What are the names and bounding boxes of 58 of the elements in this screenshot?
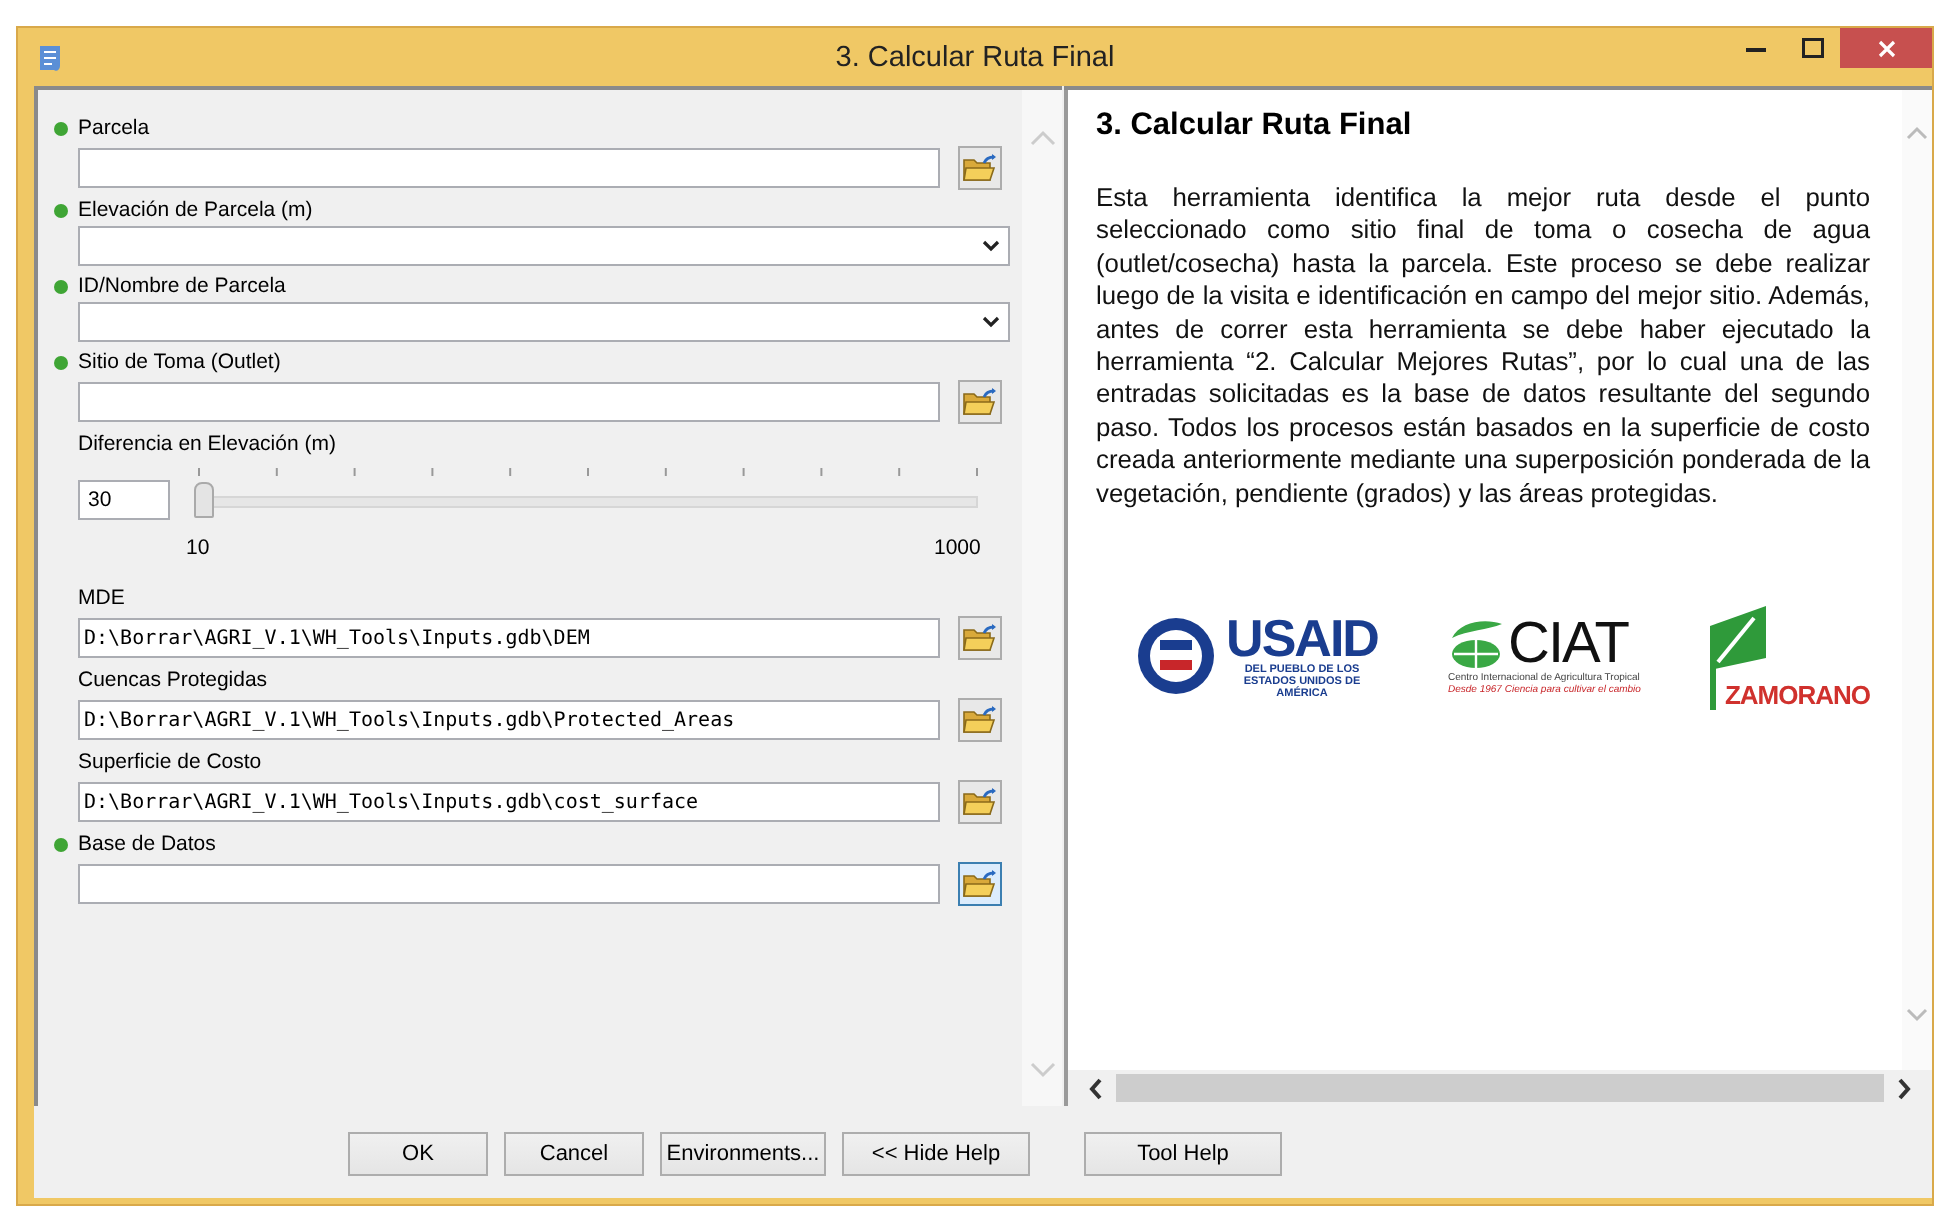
chevron-down-icon xyxy=(982,316,1000,328)
input-field[interactable]: D:\Borrar\AGRI_V.1\WH_Tools\Inputs.gdb\DEM xyxy=(78,618,940,658)
maximize-icon xyxy=(1801,38,1823,58)
dialog-button[interactable]: Cancel xyxy=(504,1132,644,1176)
scroll-up-icon[interactable] xyxy=(1906,126,1928,140)
dropdown-field[interactable] xyxy=(78,226,1010,266)
dialog-button[interactable]: Environments... xyxy=(660,1132,826,1176)
input-field[interactable] xyxy=(78,148,940,188)
minimize-icon xyxy=(1746,45,1766,51)
folder-icon xyxy=(962,868,998,900)
field-label: Diferencia en Elevación (m) xyxy=(78,432,336,456)
logo-name: CIAT xyxy=(1508,616,1628,673)
scroll-up-icon[interactable] xyxy=(1029,130,1055,146)
folder-icon xyxy=(962,386,998,418)
field-label: MDE xyxy=(78,586,125,610)
field-label: Base de Datos xyxy=(78,832,216,856)
chevron-down-icon xyxy=(982,240,1000,252)
scroll-down-icon[interactable] xyxy=(1029,1062,1055,1078)
input-field[interactable] xyxy=(78,382,940,422)
max-label: 1000 xyxy=(934,536,981,560)
folder-icon xyxy=(962,786,998,818)
field-label: Cuencas Protegidas xyxy=(78,668,268,692)
folder-icon xyxy=(962,704,998,736)
browse-button[interactable] xyxy=(958,862,1002,906)
dialog-button[interactable]: OK xyxy=(348,1132,488,1176)
value-field[interactable]: 30 xyxy=(78,480,170,520)
field-label: ID/Nombre de Parcela xyxy=(78,274,286,298)
browse-button[interactable] xyxy=(958,780,1002,824)
browse-button[interactable] xyxy=(958,146,1002,190)
close-icon xyxy=(1877,39,1895,57)
scrollbar-thumb[interactable] xyxy=(1116,1074,1884,1102)
folder-icon xyxy=(962,622,998,654)
logo-name: USAID xyxy=(1226,612,1378,665)
field-label: Superficie de Costo xyxy=(78,750,262,774)
field-label: Parcela xyxy=(78,116,150,140)
min-label: 10 xyxy=(186,536,210,560)
browse-button[interactable] xyxy=(958,616,1002,660)
dropdown-field[interactable] xyxy=(78,302,1010,342)
scroll-down-icon[interactable] xyxy=(1906,1008,1928,1022)
window-title: 3. Calcular Ruta Final xyxy=(835,41,1115,73)
help-text: Esta herramienta identifica la mejor ruta desde el punto seleccionado como sitio final de toma o cosecha de agua (outlet/cosecha) hasta la parcela. Este proceso se debe realizar luego de la visita e identificación en campo del mejor sitio. Además, antes de correr esta herramienta se debe haber ejecutado la herramienta “2. Calcular Mejores Rutas”, por lo cual una de las entradas solicitadas es la base de datos resultante del segundo paso. Todos los procesos están basados en la superficie de costo creada anteriormente mediante una superposición ponderada de la vegetación, pendiente (grados) y las áreas protegidas. xyxy=(1096,182,1870,511)
browse-button[interactable] xyxy=(958,380,1002,424)
input-field[interactable]: D:\Borrar\AGRI_V.1\WH_Tools\Inputs.gdb\Protected_Areas xyxy=(78,700,940,740)
close-button[interactable] xyxy=(1840,28,1932,68)
field-label: Elevación de Parcela (m) xyxy=(78,198,313,222)
logo-name: ZAMORANO xyxy=(1724,680,1870,711)
input-field[interactable] xyxy=(78,864,940,904)
browse-button[interactable] xyxy=(958,698,1002,742)
input-field[interactable]: D:\Borrar\AGRI_V.1\WH_Tools\Inputs.gdb\cost_surface xyxy=(78,782,940,822)
folder-icon xyxy=(962,152,998,184)
help-title: 3. Calcular Ruta Final xyxy=(1096,108,1414,144)
scroll-left-icon[interactable] xyxy=(1088,1077,1104,1099)
tool-help-button[interactable]: Tool Help xyxy=(1084,1132,1282,1176)
field-label: Sitio de Toma (Outlet) xyxy=(78,350,281,374)
slider-thumb[interactable] xyxy=(194,482,214,518)
scroll-right-icon[interactable] xyxy=(1896,1077,1912,1099)
dialog-button[interactable]: << Hide Help xyxy=(842,1132,1030,1176)
leaf-globe-icon xyxy=(1448,618,1504,671)
